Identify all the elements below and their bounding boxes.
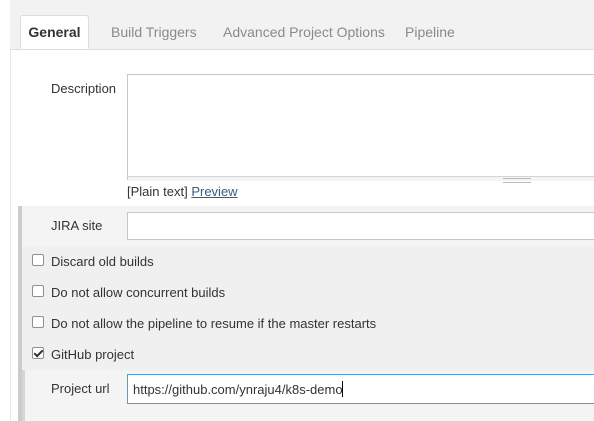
job-configuration-page: General Build Triggers Advanced Project … xyxy=(0,0,594,421)
option-discard-old-builds[interactable]: Discard old builds xyxy=(22,247,594,277)
no-pipeline-resume-label[interactable]: Do not allow the pipeline to resume if t… xyxy=(51,316,376,331)
project-url-label: Project url xyxy=(51,381,110,396)
description-textarea[interactable] xyxy=(127,74,594,180)
description-label: Description xyxy=(51,81,117,96)
check-icon[interactable] xyxy=(32,347,44,359)
tab-build-triggers[interactable]: Build Triggers xyxy=(111,16,197,48)
option-github-project[interactable]: GitHub project xyxy=(22,340,594,370)
discard-old-builds-checkbox[interactable] xyxy=(32,254,44,266)
discard-old-builds-label[interactable]: Discard old builds xyxy=(51,254,154,269)
description-format-line: [Plain text] Preview xyxy=(127,184,238,199)
no-concurrent-builds-label[interactable]: Do not allow concurrent builds xyxy=(51,285,225,300)
preview-link[interactable]: Preview xyxy=(191,184,237,199)
option-no-pipeline-resume[interactable]: Do not allow the pipeline to resume if t… xyxy=(22,309,594,339)
jira-site-field[interactable] xyxy=(127,212,594,240)
tab-pipeline[interactable]: Pipeline xyxy=(405,16,455,48)
config-tab-bar: General Build Triggers Advanced Project … xyxy=(10,0,594,50)
project-url-field[interactable] xyxy=(127,374,594,404)
resize-grip-icon[interactable] xyxy=(503,178,531,183)
jira-site-label: JIRA site xyxy=(51,218,103,233)
no-concurrent-builds-checkbox[interactable] xyxy=(32,285,44,297)
no-pipeline-resume-checkbox[interactable] xyxy=(32,316,44,328)
tab-advanced-project-options[interactable]: Advanced Project Options xyxy=(223,16,385,48)
option-no-concurrent-builds[interactable]: Do not allow concurrent builds xyxy=(22,278,594,308)
plain-text-note: [Plain text] xyxy=(127,184,188,199)
github-project-label[interactable]: GitHub project xyxy=(51,347,134,362)
text-caret xyxy=(342,381,343,397)
tab-general[interactable]: General xyxy=(20,15,89,49)
content-left-border xyxy=(10,50,11,421)
